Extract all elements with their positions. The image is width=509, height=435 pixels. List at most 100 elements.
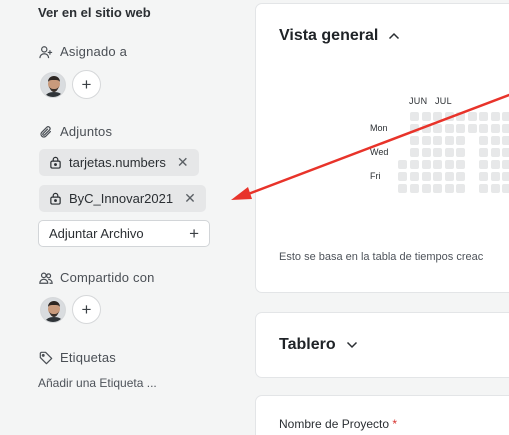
heatmap-cell	[502, 112, 509, 121]
heatmap-cell	[491, 112, 500, 121]
heatmap-day-label: Wed	[370, 147, 389, 157]
required-marker: *	[392, 417, 398, 431]
assigned-label: Asignado a	[60, 44, 128, 59]
project-name-label: Nombre de Proyecto *	[279, 417, 397, 431]
heatmap-cell	[479, 148, 488, 157]
add-tag-link[interactable]: Añadir una Etiqueta ...	[38, 376, 157, 390]
heatmap-cell	[410, 172, 419, 181]
lock-file-icon	[50, 156, 61, 169]
heatmap-cell	[433, 172, 442, 181]
heatmap-cell	[479, 160, 488, 169]
avatar[interactable]	[40, 71, 66, 98]
heatmap-cell	[456, 112, 465, 121]
attachments-label: Adjuntos	[60, 124, 113, 139]
overview-card: Vista general JUN JUL Mon Wed Fri Esto s…	[255, 3, 509, 293]
lock-file-icon	[50, 192, 61, 205]
heatmap-cell	[398, 184, 407, 193]
heatmap-cell	[445, 136, 454, 145]
heatmap-month-label: JUN	[409, 96, 428, 106]
heatmap-day-label: Mon	[370, 123, 388, 133]
attachment-name[interactable]: ByC_Innovar2021	[69, 191, 173, 206]
heatmap-cell	[422, 160, 431, 169]
attachment-chip[interactable]: ByC_Innovar2021 ✕	[39, 185, 206, 212]
heatmap-cell	[445, 112, 454, 121]
heatmap-cell	[502, 148, 509, 157]
heatmap-cell	[422, 172, 431, 181]
heatmap-cell	[445, 124, 454, 133]
heatmap-cell	[491, 172, 500, 181]
heatmap-cell	[433, 160, 442, 169]
attachment-chip[interactable]: tarjetas.numbers ✕	[39, 149, 199, 176]
add-assignee-button[interactable]: +	[72, 70, 101, 99]
sidebar: Ver en el sitio web Asignado a + Adjunto…	[0, 0, 240, 435]
board-card: Tablero	[255, 312, 509, 378]
shared-label: Compartido con	[60, 270, 155, 285]
heatmap-cell	[456, 172, 465, 181]
heatmap-cell	[410, 136, 419, 145]
user-plus-icon	[39, 45, 53, 58]
heatmap-cell	[456, 136, 465, 145]
heatmap-cell	[422, 184, 431, 193]
heatmap-cell	[410, 112, 419, 121]
heatmap-cell	[491, 160, 500, 169]
heatmap-cell	[502, 172, 509, 181]
heatmap-cell	[479, 184, 488, 193]
paperclip-icon	[40, 125, 51, 138]
heatmap-cell	[433, 148, 442, 157]
overview-title: Vista general	[279, 27, 379, 44]
heatmap-cell	[468, 124, 477, 133]
heatmap-cell	[433, 112, 442, 121]
heatmap-cell	[502, 160, 509, 169]
heatmap-cell	[479, 124, 488, 133]
project-name-label-text: Nombre de Proyecto	[279, 417, 390, 431]
attach-file-label: Adjuntar Archivo	[49, 226, 144, 241]
overview-header[interactable]: Vista general	[279, 27, 400, 45]
heatmap-cell	[456, 148, 465, 157]
tag-icon	[39, 351, 53, 364]
remove-attachment-icon[interactable]: ✕	[184, 190, 196, 207]
heatmap-cell	[422, 124, 431, 133]
view-on-website-link[interactable]: Ver en el sitio web	[38, 5, 151, 20]
chevron-up-icon[interactable]	[388, 32, 400, 40]
shared-avatars: +	[40, 295, 101, 324]
avatar[interactable]	[40, 296, 66, 323]
heatmap-cell	[445, 172, 454, 181]
heatmap-cell	[445, 148, 454, 157]
heatmap-cell	[456, 184, 465, 193]
chevron-down-icon[interactable]	[346, 341, 358, 349]
heatmap-cell	[433, 124, 442, 133]
add-shared-user-button[interactable]: +	[72, 295, 101, 324]
heatmap-cell	[422, 136, 431, 145]
heatmap-cell	[410, 160, 419, 169]
tags-label: Etiquetas	[60, 350, 117, 365]
attach-file-button[interactable]: Adjuntar Archivo +	[38, 220, 210, 247]
heatmap-cell	[491, 124, 500, 133]
heatmap-cell	[479, 172, 488, 181]
heatmap-cell	[479, 136, 488, 145]
heatmap-cell	[445, 160, 454, 169]
project-card: Nombre de Proyecto *	[255, 395, 509, 435]
heatmap-cell	[456, 124, 465, 133]
shared-section-title: Compartido con	[39, 270, 155, 285]
heatmap-cell	[445, 184, 454, 193]
assigned-avatars: +	[40, 70, 101, 99]
heatmap-cell	[422, 112, 431, 121]
heatmap-day-label: Fri	[370, 171, 381, 181]
board-header[interactable]: Tablero	[279, 336, 358, 354]
heatmap-cell	[433, 184, 442, 193]
heatmap-cell	[502, 136, 509, 145]
plus-icon: +	[189, 223, 199, 243]
users-icon	[39, 271, 53, 284]
heatmap-cell	[479, 112, 488, 121]
attachment-name[interactable]: tarjetas.numbers	[69, 155, 166, 170]
heatmap-cell	[410, 148, 419, 157]
heatmap-cell	[398, 160, 407, 169]
heatmap-cell	[456, 160, 465, 169]
heatmap-cell	[468, 112, 477, 121]
board-title: Tablero	[279, 336, 336, 353]
heatmap-cell	[491, 136, 500, 145]
assigned-section-title: Asignado a	[39, 44, 127, 59]
remove-attachment-icon[interactable]: ✕	[177, 154, 189, 171]
attachments-section-title: Adjuntos	[39, 124, 112, 139]
heatmap-cell	[433, 136, 442, 145]
